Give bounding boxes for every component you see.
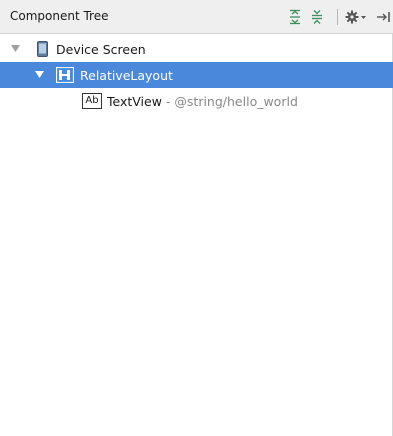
tree-item-device-screen[interactable]: Device Screen <box>0 36 393 62</box>
textview-icon: Ab <box>82 93 102 109</box>
collapse-all-icon[interactable] <box>308 8 326 26</box>
settings-gear-icon[interactable] <box>344 8 368 26</box>
expand-arrow-icon[interactable] <box>10 44 20 54</box>
tree-item-label: Device Screen <box>56 41 146 57</box>
expand-all-icon[interactable] <box>286 8 304 26</box>
phone-icon <box>36 41 48 57</box>
tree-item-label: TextView <box>107 93 162 109</box>
component-tree-panel: Component Tree Device Screen RelativeLay… <box>0 0 393 436</box>
panel-title: Component Tree <box>10 9 109 23</box>
tree-item-label: RelativeLayout <box>80 67 173 83</box>
tree-item-label-group: TextView - @string/hello_world <box>107 94 298 109</box>
hide-panel-icon[interactable] <box>376 8 393 26</box>
tree-item-relative-layout[interactable]: RelativeLayout <box>0 62 393 88</box>
expand-arrow-icon[interactable] <box>34 70 44 80</box>
relative-layout-icon <box>56 67 74 83</box>
tree-item-detail: - @string/hello_world <box>161 93 298 109</box>
component-tree-header: Component Tree <box>0 0 393 34</box>
tree-item-textview[interactable]: Ab TextView - @string/hello_world <box>0 88 393 114</box>
toolbar-separator <box>337 9 338 25</box>
component-tree: Device Screen RelativeLayout Ab TextView… <box>0 36 393 114</box>
textview-icon-text: Ab <box>85 95 99 106</box>
